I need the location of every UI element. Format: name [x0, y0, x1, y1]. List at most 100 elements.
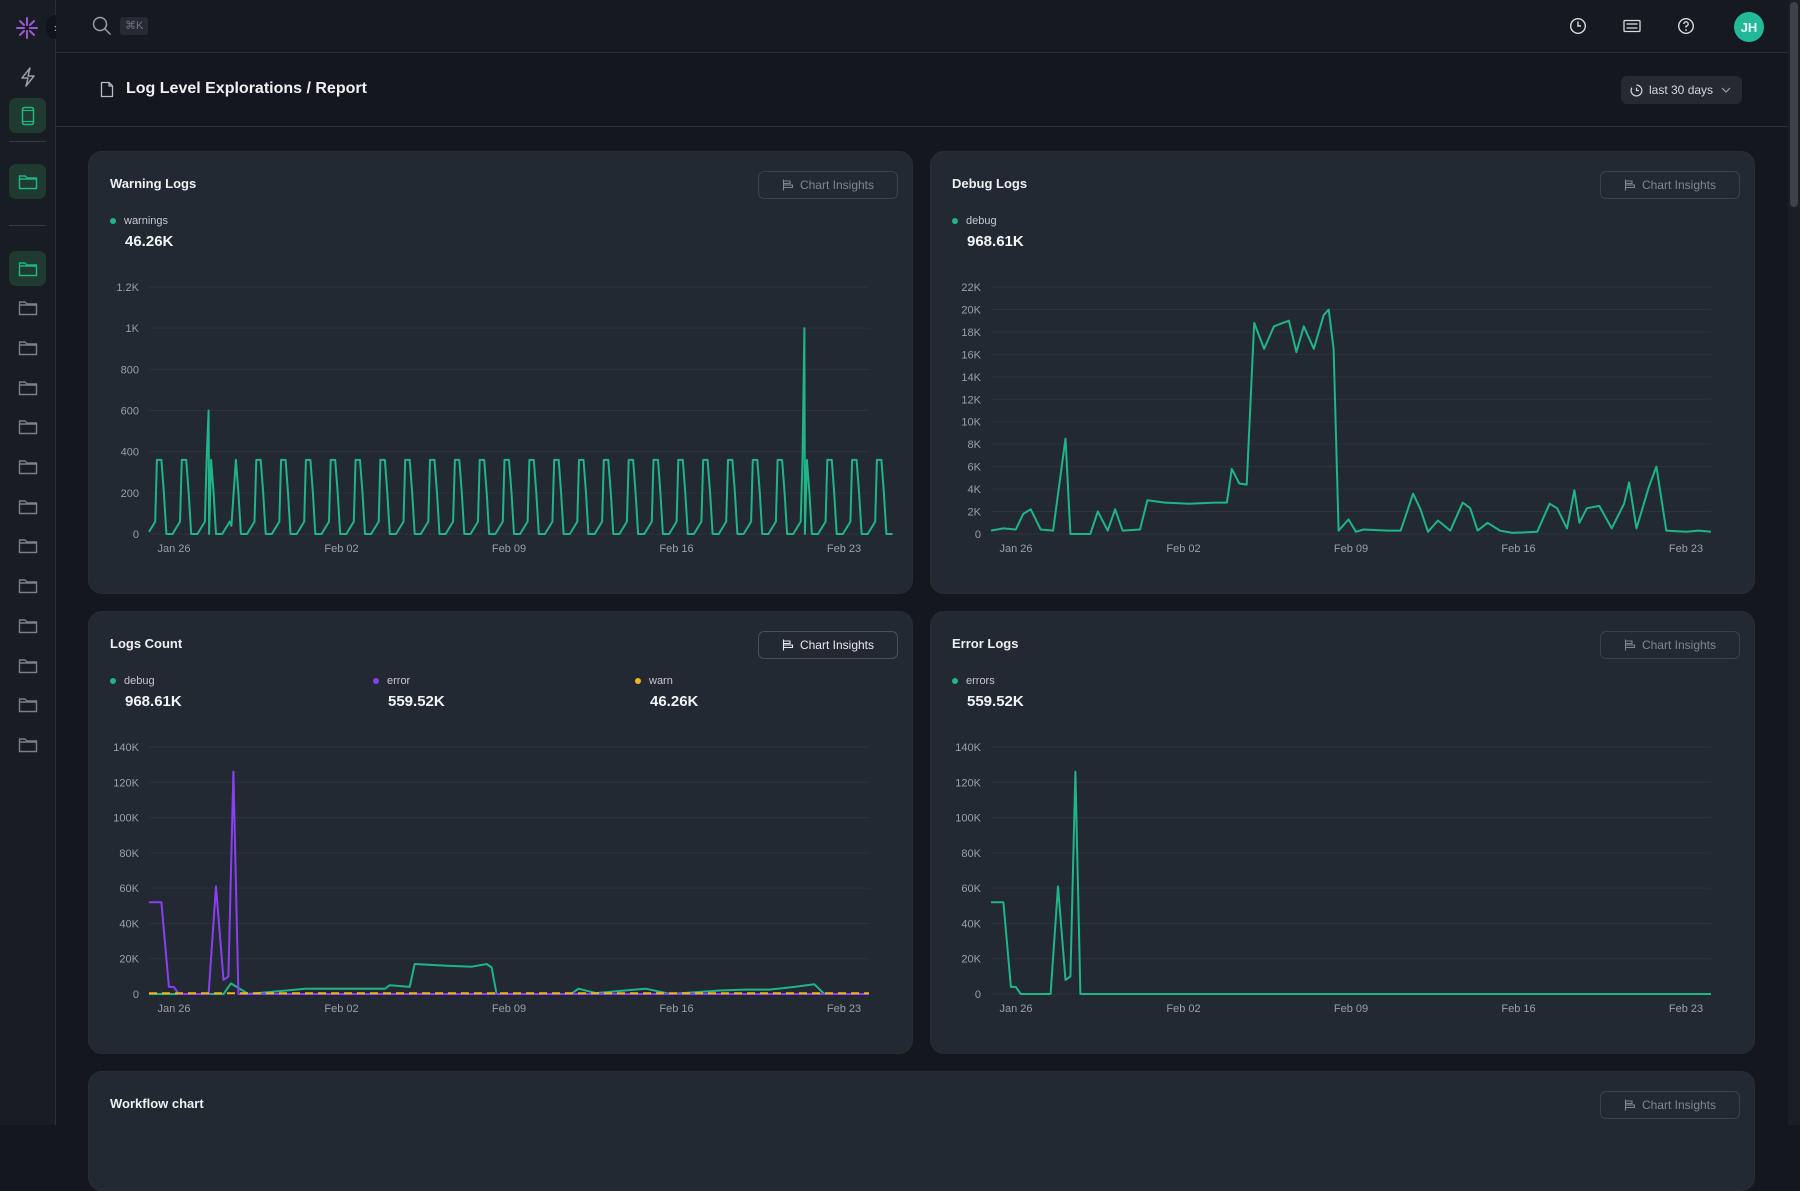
chart-insights-button[interactable]: Chart Insights [1600, 1091, 1740, 1119]
y-tick-label: 100K [955, 813, 981, 825]
x-tick-label: Feb 09 [492, 543, 526, 555]
x-tick-label: Feb 23 [827, 1003, 861, 1015]
search-icon[interactable] [92, 16, 112, 36]
sidebar-item-folder[interactable] [9, 569, 46, 604]
folder-icon [18, 499, 37, 514]
folder-icon [18, 539, 37, 554]
y-tick-label: 10K [961, 417, 981, 429]
x-tick-label: Jan 26 [999, 543, 1032, 555]
sidebar-item-pinned-folder[interactable] [9, 164, 46, 199]
time-range-dropdown[interactable]: last 30 days [1621, 76, 1742, 104]
logs-count-chart: 0 20K 40K 60K 80K 100K 120K 140K Jan 26 Feb 02 Feb… [113, 742, 869, 1015]
y-tick-label: 20K [961, 954, 981, 966]
help-button[interactable] [1675, 15, 1697, 37]
x-tick-label: Feb 23 [827, 543, 861, 555]
error-logs-chart: 0 20K 40K 60K 80K 100K 120K 140K Jan 26 Feb 02 Feb… [955, 742, 1711, 1015]
y-tick-label: 80K [961, 848, 981, 860]
user-avatar[interactable]: JH [1734, 12, 1764, 42]
insights-icon [1624, 1099, 1636, 1111]
sidebar-item-folder[interactable] [9, 489, 46, 524]
y-tick-label: 80K [119, 848, 139, 860]
time-range-label: last 30 days [1649, 83, 1714, 97]
scrollbar-thumb[interactable] [1790, 2, 1798, 207]
folder-icon [18, 261, 37, 276]
sidebar-divider [9, 225, 46, 226]
x-tick-label: Jan 26 [157, 1003, 190, 1015]
sidebar-item-lightning[interactable] [9, 59, 46, 94]
y-tick-label: 400 [121, 447, 139, 459]
y-tick-label: 140K [113, 742, 139, 754]
y-tick-label: 16K [961, 349, 981, 361]
workflow-chart-card: Workflow chart Chart Insights [88, 1071, 1755, 1191]
x-tick-label: Feb 09 [1334, 543, 1368, 555]
warning-logs-card: Warning Logs Chart Insights warnings 46.… [88, 151, 913, 594]
sidebar-item-folder[interactable] [9, 370, 46, 405]
folder-icon [18, 174, 37, 189]
x-tick-label: Feb 02 [324, 1003, 358, 1015]
sidebar-item-mobile[interactable] [9, 98, 46, 133]
x-tick-label: Feb 09 [1334, 1003, 1368, 1015]
sidebar-item-folder[interactable] [9, 688, 46, 723]
debug-logs-chart: 0 2K 4K 6K 8K 10K 12K 14K 16K 18K 20K 22K Jan 26 Feb … [961, 282, 1712, 555]
y-tick-label: 18K [961, 327, 981, 339]
y-tick-label: 200 [121, 488, 139, 500]
y-tick-label: 800 [121, 364, 139, 376]
sidebar-item-folder[interactable] [9, 529, 46, 564]
x-tick-label: Feb 09 [492, 1003, 526, 1015]
x-tick-label: Feb 23 [1669, 543, 1703, 555]
y-tick-label: 0 [975, 989, 981, 1001]
y-tick-label: 100K [113, 813, 139, 825]
debug-logs-card: Debug Logs Chart Insights debug 968.61K … [930, 151, 1755, 594]
sidebar-item-folder[interactable] [9, 648, 46, 683]
x-tick-label: Feb 02 [1166, 543, 1200, 555]
history-button[interactable] [1567, 15, 1589, 37]
folder-icon [18, 579, 37, 594]
series-line-warnings[interactable] [148, 327, 893, 535]
y-tick-label: 0 [133, 989, 139, 1001]
sidebar-item-folder[interactable] [9, 251, 46, 286]
warning-logs-chart: 0 200 400 600 800 1K 1.2K Jan 26 Feb 02 Feb 09 Feb… [116, 282, 893, 555]
page-header: Log Level Explorations / Report last 30 … [56, 53, 1788, 127]
folder-icon [18, 698, 37, 713]
sidebar: › [0, 0, 66, 1125]
folder-icon [18, 460, 37, 475]
y-tick-label: 14K [961, 372, 981, 384]
y-tick-label: 0 [133, 529, 139, 541]
y-tick-label: 60K [961, 883, 981, 895]
y-tick-label: 40K [119, 918, 139, 930]
y-tick-label: 8K [968, 439, 982, 451]
y-tick-label: 20K [961, 304, 981, 316]
sidebar-item-folder[interactable] [9, 291, 46, 326]
sidebar-item-folder[interactable] [9, 450, 46, 485]
x-tick-label: Feb 23 [1669, 1003, 1703, 1015]
x-tick-label: Jan 26 [999, 1003, 1032, 1015]
folder-icon [18, 619, 37, 633]
series-line-errors[interactable] [991, 770, 1711, 995]
x-tick-label: Feb 16 [659, 543, 693, 555]
x-tick-label: Jan 26 [157, 543, 190, 555]
y-tick-label: 120K [955, 777, 981, 789]
card-title: Workflow chart [110, 1096, 204, 1111]
series-line-debug[interactable] [149, 963, 869, 995]
top-bar: ⌘K JH [56, 0, 1788, 53]
y-tick-label: 140K [955, 742, 981, 754]
logs-count-card: Logs Count Chart Insights debug 968.61K … [88, 611, 913, 1054]
x-tick-label: Feb 16 [1501, 543, 1535, 555]
document-icon [100, 81, 114, 98]
clock-icon [1630, 84, 1643, 96]
y-tick-label: 1K [126, 323, 140, 335]
sidebar-item-folder[interactable] [9, 330, 46, 365]
folder-icon [18, 380, 37, 395]
sidebar-item-folder[interactable] [9, 410, 46, 445]
keyboard-icon [1623, 19, 1641, 33]
y-tick-label: 0 [975, 529, 981, 541]
page-scrollbar[interactable] [1788, 0, 1800, 1125]
series-line-error[interactable] [149, 770, 869, 995]
y-tick-label: 60K [119, 883, 139, 895]
logo-icon[interactable] [14, 15, 40, 41]
help-icon [1677, 17, 1695, 35]
folder-icon [18, 658, 37, 673]
sidebar-item-folder[interactable] [9, 727, 46, 762]
keyboard-button[interactable] [1621, 15, 1643, 37]
sidebar-item-folder[interactable] [9, 608, 46, 643]
